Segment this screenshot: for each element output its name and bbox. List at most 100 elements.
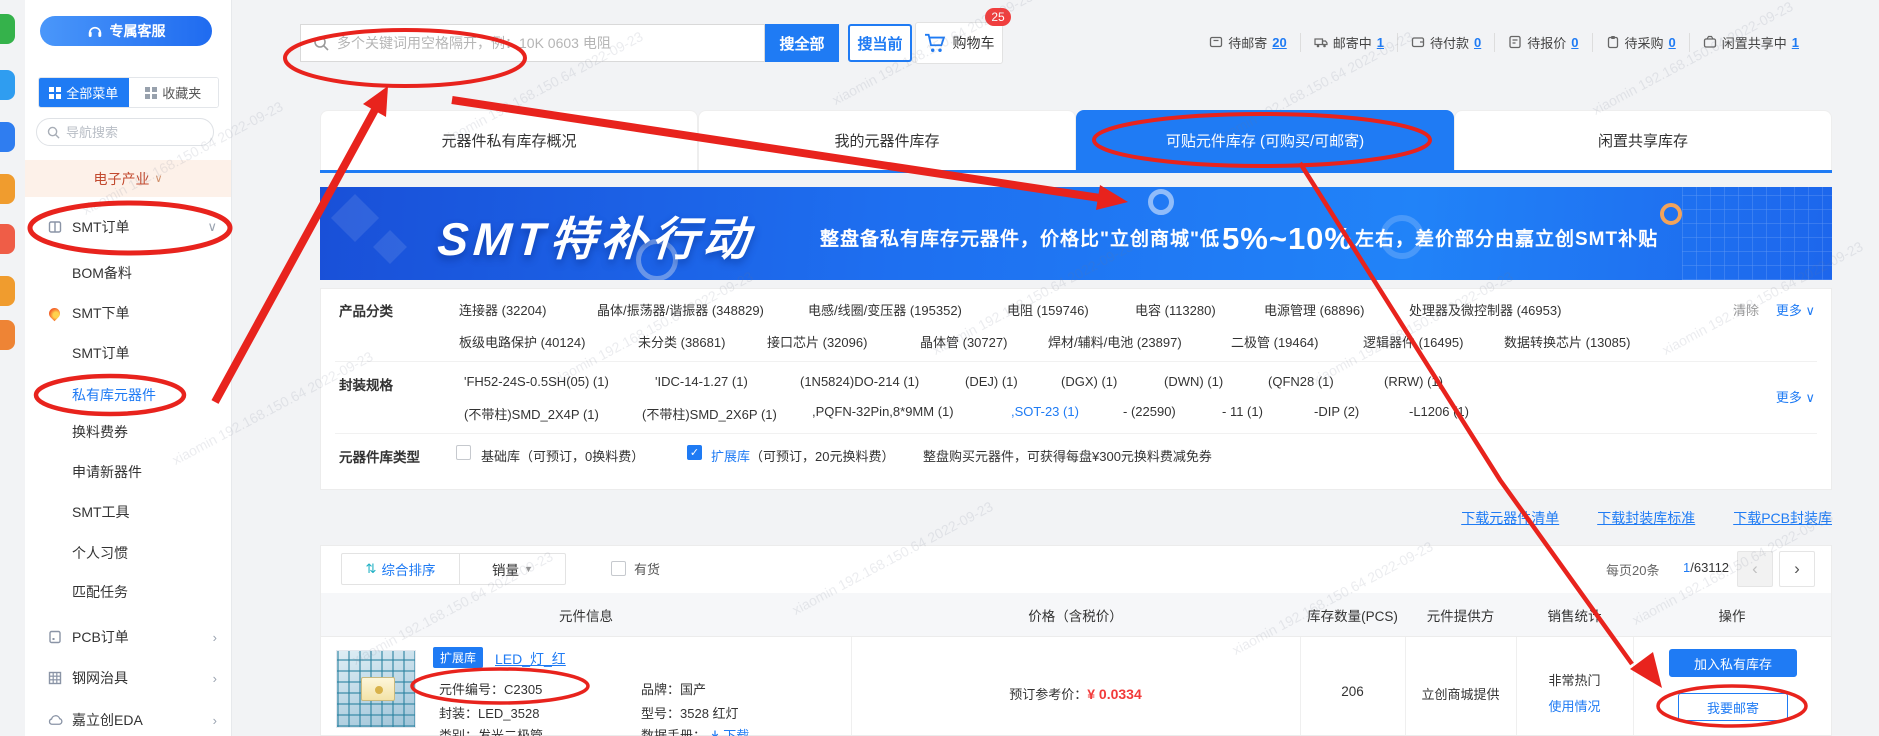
category-item[interactable]: 接口芯片 (32096) — [767, 332, 867, 351]
package-item[interactable]: -DIP (2) — [1314, 404, 1359, 419]
category-item[interactable]: 晶体/振荡器/谐振器 (348829) — [597, 300, 764, 319]
stat-value[interactable]: 20 — [1272, 35, 1286, 50]
datasheet-download-link[interactable]: 下载 — [710, 728, 750, 736]
more-packages-link[interactable]: 更多 ∨ — [1776, 387, 1815, 406]
add-to-private-stock-button[interactable]: 加入私有库存 — [1669, 649, 1797, 677]
clear-filters-link[interactable]: 清除 — [1733, 300, 1759, 319]
package-item[interactable]: 'FH52-24S-0.5SH(05) (1) — [464, 374, 609, 389]
tab-private-overview[interactable]: 元器件私有库存概况 — [320, 110, 698, 170]
sidebar-tab-all-menu[interactable]: 全部菜单 — [39, 78, 129, 107]
sort-comprehensive[interactable]: ⇅ 综合排序 — [342, 554, 460, 584]
product-image[interactable] — [336, 650, 416, 728]
edge-shortcut-icon[interactable] — [0, 174, 15, 204]
package-item[interactable]: (DEJ) (1) — [965, 374, 1018, 389]
category-item[interactable]: 处理器及微控制器 (46953) — [1409, 300, 1561, 319]
category-item[interactable]: 未分类 (38681) — [638, 332, 725, 351]
category-item[interactable]: 电容 (113280) — [1135, 300, 1216, 319]
package-item[interactable]: 'IDC-14-1.27 (1) — [655, 374, 748, 389]
industry-selector[interactable]: 电子产业 ∨ — [25, 160, 231, 197]
edge-shortcut-icon[interactable] — [0, 276, 15, 306]
package-item[interactable]: - 11 (1) — [1222, 404, 1263, 419]
category-item[interactable]: 电阻 (159746) — [1007, 300, 1089, 319]
edge-shortcut-icon[interactable] — [0, 320, 15, 350]
extended-library-option[interactable]: 扩展库（可预订，20元换料费） — [711, 446, 894, 465]
download-parts-list-link[interactable]: 下载元器件清单 — [1461, 508, 1559, 528]
sidebar-item-preferences[interactable]: 个人习惯 — [25, 538, 231, 568]
sidebar-nav-search[interactable] — [36, 118, 214, 146]
package-item[interactable]: (不带柱)SMD_2X6P (1) — [642, 404, 777, 423]
next-page-button[interactable]: › — [1779, 551, 1815, 587]
cart-button[interactable]: 购物车 — [915, 22, 1003, 64]
category-item[interactable]: 晶体管 (30727) — [920, 332, 1007, 351]
category-item[interactable]: 电感/线圈/变压器 (195352) — [808, 300, 962, 319]
download-pcb-library-link[interactable]: 下载PCB封装库 — [1733, 508, 1832, 528]
package-item-selected[interactable]: ,SOT-23 (1) — [1011, 404, 1079, 419]
sort-sales[interactable]: 销量 ▼ — [460, 554, 565, 584]
sidebar-item-bom[interactable]: BOM备料 — [25, 258, 231, 288]
sidebar-item-match-tasks[interactable]: 匹配任务 — [25, 577, 231, 607]
category-item[interactable]: 电源管理 (68896) — [1264, 300, 1364, 319]
package-item[interactable]: (RRW) (1) — [1384, 374, 1443, 389]
sidebar-item-stencil[interactable]: 钢网治具 › — [25, 663, 231, 693]
main-search-input[interactable] — [337, 35, 752, 51]
edge-shortcut-icon[interactable] — [0, 70, 15, 100]
search-all-button[interactable]: 搜全部 — [765, 24, 839, 62]
sidebar-item-new-part-request[interactable]: 申请新器件 — [25, 457, 231, 487]
category-item[interactable]: 数据转换芯片 (13085) — [1504, 332, 1630, 351]
package-item[interactable]: (不带柱)SMD_2X4P (1) — [464, 404, 599, 423]
stat-value[interactable]: 1 — [1377, 35, 1384, 50]
sidebar-item-smt-order-group[interactable]: SMT订单 ∨ — [25, 212, 231, 242]
package-item[interactable]: (QFN28 (1) — [1268, 374, 1334, 389]
category-item[interactable]: 二极管 (19464) — [1231, 332, 1318, 351]
stat-value[interactable]: 1 — [1792, 35, 1799, 50]
usage-info-link[interactable]: 使用情况 — [1516, 696, 1633, 715]
promo-banner[interactable]: SMT特补行动 整盘备私有库存元器件，价格比"立创商城"低5%~10%左右，差价… — [320, 187, 1832, 280]
category-item[interactable]: 连接器 (32204) — [459, 300, 546, 319]
tab-idle-shared[interactable]: 闲置共享库存 — [1454, 110, 1832, 170]
stat-to-pay[interactable]: 待付款 0 — [1397, 33, 1494, 52]
package-item[interactable]: ,PQFN-32Pin,8*9MM (1) — [812, 404, 954, 419]
tab-my-inventory[interactable]: 我的元器件库存 — [698, 110, 1076, 170]
download-package-standard-link[interactable]: 下载封装库标准 — [1597, 508, 1695, 528]
search-current-button[interactable]: 搜当前 — [848, 24, 912, 62]
package-item[interactable]: (DGX) (1) — [1061, 374, 1117, 389]
sidebar-item-swap-coupon[interactable]: 换料费券 — [25, 417, 231, 447]
extended-library-checkbox[interactable]: ✓ — [687, 445, 702, 460]
page-size-label: 每页20条 — [1606, 560, 1659, 579]
package-item[interactable]: -L1206 (1) — [1409, 404, 1469, 419]
category-item[interactable]: 板级电路保护 (40124) — [459, 332, 585, 351]
edge-shortcut-icon[interactable] — [0, 14, 15, 44]
sidebar-item-private-parts[interactable]: 私有库元器件 — [25, 380, 231, 410]
sidebar-tab-favorites[interactable]: 收藏夹 — [129, 78, 219, 107]
sidebar-item-smt-tools[interactable]: SMT工具 — [25, 497, 231, 527]
category-item[interactable]: 逻辑器件 (16495) — [1363, 332, 1463, 351]
part-name-link[interactable]: LED_灯_红 — [495, 649, 566, 669]
edge-shortcut-icon[interactable] — [0, 122, 15, 152]
edge-shortcut-icon[interactable] — [0, 224, 15, 254]
sidebar-item-jlc-eda[interactable]: 嘉立创EDA › — [25, 705, 231, 735]
package-item[interactable]: (DWN) (1) — [1164, 374, 1223, 389]
package-item[interactable]: (1N5824)DO-214 (1) — [800, 374, 919, 389]
stat-to-quote[interactable]: 待报价 0 — [1494, 33, 1591, 52]
stat-to-mail[interactable]: 待邮寄 20 — [1196, 33, 1299, 52]
sidebar-nav-search-input[interactable] — [66, 125, 186, 140]
request-mail-button[interactable]: 我要邮寄 — [1678, 693, 1788, 721]
sidebar-item-smt-orders[interactable]: SMT订单 — [25, 338, 231, 368]
more-categories-link[interactable]: 更多 ∨ — [1776, 300, 1815, 319]
prev-page-button[interactable]: ‹ — [1737, 551, 1773, 587]
category-item[interactable]: 焊材/辅料/电池 (23897) — [1048, 332, 1182, 351]
stat-value[interactable]: 0 — [1669, 35, 1676, 50]
stat-to-purchase[interactable]: 待采购 0 — [1592, 33, 1689, 52]
basic-library-option[interactable]: 基础库（可预订，0换料费） — [481, 446, 644, 465]
sidebar-item-smt-place-order[interactable]: SMT下单 — [25, 298, 231, 328]
basic-library-checkbox[interactable] — [456, 445, 471, 460]
stat-idle-sharing[interactable]: 闲置共享中 1 — [1689, 33, 1812, 52]
customer-service-button[interactable]: 专属客服 — [40, 16, 212, 46]
package-item[interactable]: - (22590) — [1123, 404, 1176, 419]
tab-mountable-inventory[interactable]: 可贴元件库存 (可购买/可邮寄) — [1076, 110, 1454, 170]
stat-value[interactable]: 0 — [1474, 35, 1481, 50]
sidebar-item-pcb-orders[interactable]: PCB订单 › — [25, 622, 231, 652]
in-stock-checkbox[interactable] — [611, 561, 626, 576]
stat-value[interactable]: 0 — [1571, 35, 1578, 50]
stat-mailing[interactable]: 邮寄中 1 — [1300, 33, 1397, 52]
